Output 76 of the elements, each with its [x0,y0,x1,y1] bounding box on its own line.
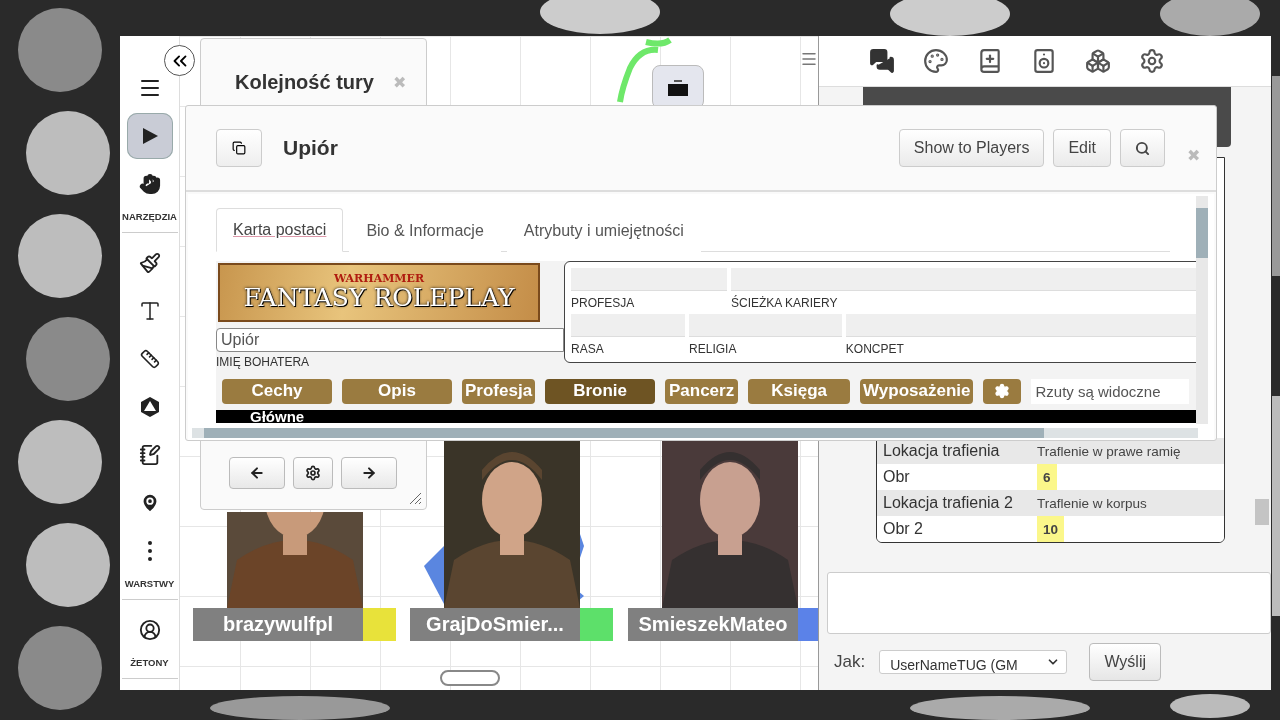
resize-handle[interactable] [408,491,422,505]
brush-icon [138,252,161,274]
arrow-right-icon [361,465,377,481]
player-name: GrajDoSmier... [410,608,580,641]
player-name: brazywulfpl [193,608,363,641]
toolbar-label: NARZĘDZIA [121,208,178,233]
speaker-icon [1031,48,1057,74]
roll-label: Obr 2 [882,519,924,539]
palette-icon [923,48,949,74]
tab[interactable]: Karta postaci [216,208,344,252]
polyhedron-icon [138,396,161,418]
section-button[interactable]: Księga [748,378,851,404]
chat-icon [869,48,895,74]
settings-icon [305,465,321,481]
ruler-icon [139,349,160,369]
logo: WARHAMMER FANTASY ROLEPLAY [218,263,540,323]
book-icon [977,48,1003,74]
scrollbar[interactable] [1196,196,1208,424]
hand-icon [138,173,161,195]
header-button[interactable]: Show to Players [898,129,1045,167]
roll-value: 6 [1037,464,1057,490]
scrollbar[interactable] [192,428,1198,438]
roll-label: Lokacja trafienia [882,441,1001,461]
name-field[interactable]: Upiór [216,328,564,352]
rolls-field[interactable]: Rzuty są widoczne [1031,378,1190,404]
menu-icon [800,50,818,68]
section-button[interactable]: Cechy [222,378,332,404]
settings-icon [1139,48,1165,74]
settings-icon [994,383,1011,400]
search-icon [1135,140,1150,156]
info-field[interactable] [731,268,1196,291]
user-icon [138,619,161,641]
toolbar-label: ŻETONY [121,654,178,679]
field-label: RELIGIA [689,341,738,356]
roll-label: Lokacja trafienia 2 [882,493,1014,513]
roll-value: 10 [1037,516,1065,542]
search-button[interactable] [1120,129,1165,167]
player-name: SmieszekMateo [628,608,798,641]
section-button[interactable]: Wyposażenie [860,378,974,404]
roll-label: Obr [882,467,911,487]
info-field[interactable] [845,314,1196,337]
previous-button[interactable] [229,457,285,489]
info-field[interactable] [571,314,686,337]
copy-icon [232,141,246,155]
speak-as-label: Jak: [834,652,866,672]
settings-button[interactable] [293,457,333,489]
field-label: PROFESJA [571,295,636,310]
journal-icon [138,444,161,466]
field-label: KONCPET [845,341,905,356]
section-button[interactable]: Bronie [545,378,656,404]
tool-button[interactable] [126,113,173,159]
header-button[interactable]: Edit [1053,129,1111,167]
window-title: Kolejność tury [235,71,374,94]
drawer-handle[interactable] [440,670,500,686]
info-field[interactable] [689,314,842,337]
toolbar-label: WARSTWY [121,575,178,600]
chat-input[interactable] [827,572,1271,634]
section-button[interactable]: Profesja [462,378,536,404]
roll-value: Traflenie w korpus [1037,494,1147,513]
next-button[interactable] [341,457,397,489]
box-icon [668,80,688,96]
dialog-title: Upiór [283,136,339,160]
scrollbar[interactable] [1255,499,1269,525]
section-button[interactable]: Opis [342,378,452,404]
field-label: ŚCIEŻKA KARIERY [731,294,839,310]
roll-value: Traflenie w prawe ramię [1037,442,1181,461]
field-label: RASA [571,341,605,356]
boxes-icon [1085,48,1111,74]
popout-button[interactable] [216,129,262,167]
more-icon [147,541,152,561]
speak-as-select[interactable]: UserNameTUG (GM [879,650,1068,674]
send-button[interactable]: Wyślij [1089,643,1162,681]
field-label: IMIĘ BOHATERA [216,355,311,369]
section-button[interactable]: Pancerz [665,378,739,404]
section-header: Główne [216,409,1196,423]
info-field[interactable] [571,268,727,291]
